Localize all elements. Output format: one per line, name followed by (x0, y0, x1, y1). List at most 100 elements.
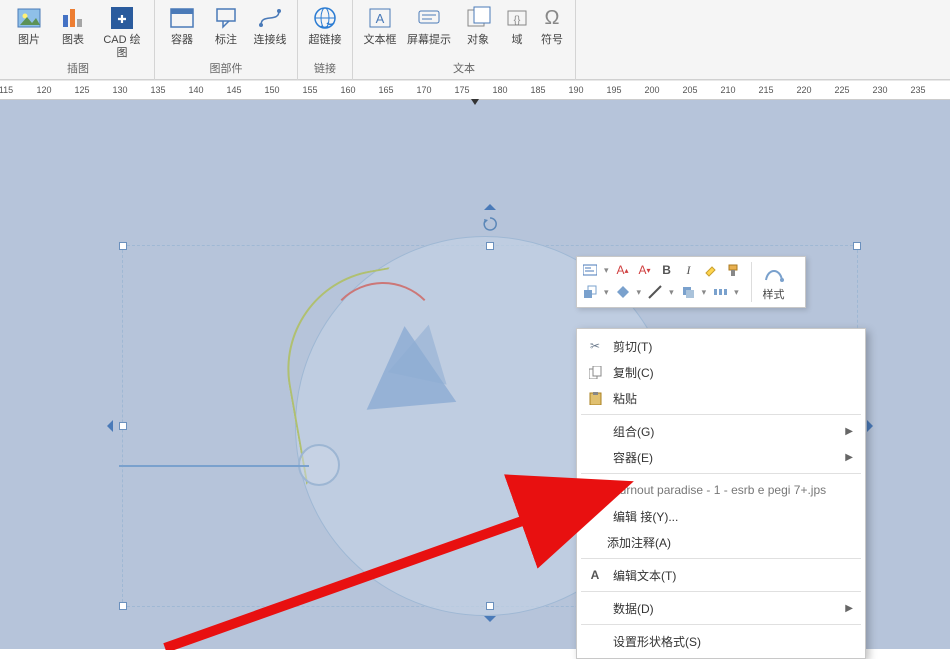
callout-button[interactable]: 标注 (207, 2, 245, 47)
label: 编辑 接(Y)... (613, 508, 678, 525)
svg-text:A: A (376, 11, 385, 26)
format-painter-icon[interactable] (725, 262, 741, 278)
cad-icon: ✚ (108, 4, 136, 32)
chevron-right-icon: ▶ (845, 603, 853, 614)
label: 样式 (763, 286, 785, 302)
field-icon: {} (503, 4, 531, 32)
group-label: 插图 (67, 60, 89, 78)
connector-icon (256, 4, 284, 32)
object-icon (464, 4, 492, 32)
resize-handle-w[interactable] (119, 422, 127, 430)
link-icon (585, 484, 605, 497)
menu-paste[interactable]: 粘贴 (577, 385, 865, 411)
label: 图表 (62, 34, 84, 47)
connect-arrow-left-icon[interactable] (101, 420, 113, 432)
label: 粘贴 (613, 390, 637, 407)
copy-icon (585, 366, 605, 379)
hyperlink-button[interactable]: 超链接 (306, 2, 344, 47)
label: 设置形状格式(S) (613, 633, 701, 650)
menu-group[interactable]: 组合(G) ▶ (577, 418, 865, 444)
screentip-icon (415, 4, 443, 32)
menu-format-shape[interactable]: 设置形状格式(S) (577, 628, 865, 654)
align-icon[interactable] (582, 262, 598, 278)
group-label: 文本 (453, 60, 475, 78)
label: 编辑文本(T) (613, 567, 676, 584)
hyperlink-icon (311, 4, 339, 32)
screentip-button[interactable]: 屏幕提示 (405, 2, 453, 47)
label: 文本框 (364, 34, 397, 47)
menu-hyperlink-target[interactable]: burnout paradise - 1 - esrb e pegi 7+.jp… (577, 477, 865, 503)
resize-handle-nw[interactable] (119, 242, 127, 250)
style-gallery-button[interactable]: 样式 (762, 262, 786, 302)
resize-handle-n[interactable] (486, 242, 494, 250)
fill-icon[interactable] (615, 284, 631, 300)
container-icon (168, 4, 196, 32)
menu-edit-link[interactable]: 编辑 接(Y)... (577, 503, 865, 529)
effects-icon[interactable] (680, 284, 696, 300)
shape-line-left[interactable] (119, 465, 309, 467)
menu-add-note[interactable]: 添加注释(A) (577, 529, 865, 555)
container-button[interactable]: 容器 (163, 2, 201, 47)
arrange-icon[interactable] (582, 284, 598, 300)
line-icon[interactable] (647, 284, 663, 300)
resize-handle-ne[interactable] (853, 242, 861, 250)
insert-cad-button[interactable]: ✚ CAD 绘图 (98, 2, 146, 60)
menu-edit-text[interactable]: A 编辑文本(T) (577, 562, 865, 588)
insert-picture-button[interactable]: 图片 (10, 2, 48, 47)
label: CAD 绘图 (98, 34, 146, 60)
label: 复制(C) (613, 364, 654, 381)
label: 屏幕提示 (407, 34, 451, 47)
menu-container[interactable]: 容器(E)▶ (577, 444, 865, 470)
group-label: 图部件 (210, 60, 243, 78)
menu-copy[interactable]: 复制(C) (577, 359, 865, 385)
ribbon-group-illustrations: 图片 图表 ✚ CAD 绘图 插图 (2, 0, 155, 80)
object-button[interactable]: 对象 (459, 2, 497, 47)
chart-icon (59, 4, 87, 32)
connect-arrow-right-icon[interactable] (867, 420, 879, 432)
label: burnout paradise - 1 - esrb e pegi 7+.jp… (613, 483, 826, 497)
resize-handle-s[interactable] (486, 602, 494, 610)
distribute-icon[interactable] (712, 284, 728, 300)
ribbon-group-parts: 容器 标注 连接线 图部件 (155, 0, 298, 80)
svg-text:{}: {} (514, 15, 521, 26)
horizontal-ruler: 1151201251301351401451501551601651701751… (0, 80, 950, 100)
menu-data[interactable]: 数据(D) ▶ (577, 595, 865, 621)
context-menu: ✂剪切(T) 复制(C) 粘贴 组合(G)▶ 容器(E)▶ burnout pa… (576, 328, 866, 659)
connect-arrow-top-icon[interactable] (484, 198, 496, 210)
text-icon: A (585, 568, 605, 582)
textbox-icon: A (366, 4, 394, 32)
connector-button[interactable]: 连接线 (251, 2, 289, 47)
label: 对象 (467, 34, 489, 47)
label: 域 (512, 34, 523, 47)
resize-handle-sw[interactable] (119, 602, 127, 610)
font-grow-icon[interactable]: A▴ (615, 262, 631, 278)
italic-icon[interactable]: I (681, 262, 697, 278)
symbol-button[interactable]: Ω 符号 (537, 2, 567, 47)
field-button[interactable]: {} 域 (503, 2, 531, 47)
connect-arrow-bottom-icon[interactable] (484, 616, 496, 628)
ribbon-group-text: A 文本框 屏幕提示 对象 {} 域 Ω 符号 文本 (353, 0, 576, 80)
label: 组合(G) (613, 423, 654, 440)
label: 容器(E) (613, 449, 653, 466)
rotate-handle[interactable] (482, 216, 498, 232)
bold-icon[interactable]: B (659, 262, 675, 278)
label: 标注 (215, 34, 237, 47)
label: 连接线 (254, 34, 287, 47)
menu-cut[interactable]: ✂ 剪切(T) (577, 333, 865, 359)
label: 数据(D) (613, 600, 654, 617)
label: 添加注释(A) (607, 534, 671, 551)
textbox-button[interactable]: A 文本框 (361, 2, 399, 47)
group-label: 链接 (314, 60, 336, 78)
label: 图片 (18, 34, 40, 47)
cut-icon: ✂ (585, 339, 605, 353)
highlight-icon[interactable] (703, 262, 719, 278)
label: 超链接 (309, 34, 342, 47)
ribbon-group-links: 超链接 链接 (298, 0, 353, 80)
insert-chart-button[interactable]: 图表 (54, 2, 92, 47)
chevron-right-icon: ▶ (845, 426, 853, 437)
label: 符号 (541, 34, 563, 47)
paste-icon (585, 392, 605, 405)
font-shrink-icon[interactable]: A▾ (637, 262, 653, 278)
picture-icon (15, 4, 43, 32)
label: 剪切(T) (613, 338, 652, 355)
